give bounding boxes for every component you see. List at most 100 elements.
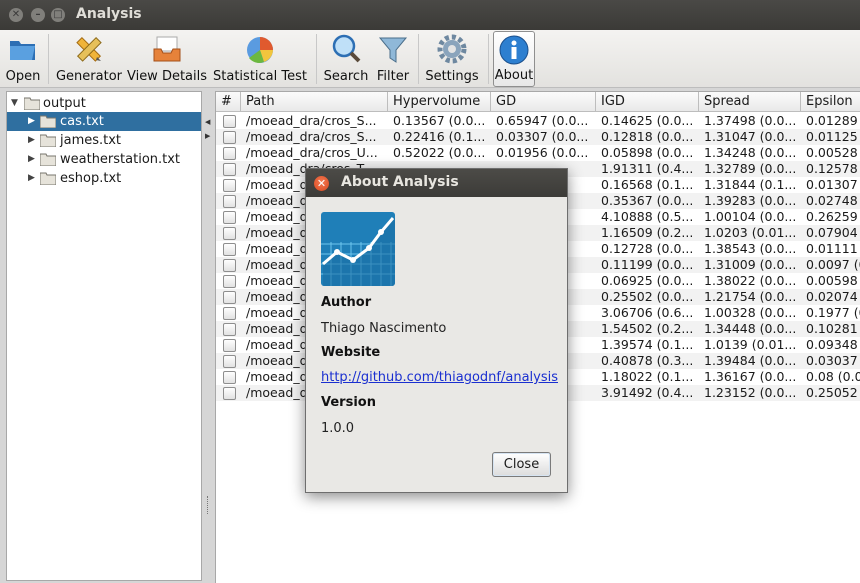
- author-label: Author: [321, 295, 372, 310]
- table-cell-gd: 0.65947 (0.0...: [496, 113, 589, 128]
- table-cell-spread: 1.21754 (0.0...: [704, 289, 797, 304]
- tree-item-eshop[interactable]: ▶ eshop.txt: [7, 169, 201, 188]
- table-cell-igd: 0.06925 (0.0...: [601, 273, 694, 288]
- row-checkbox[interactable]: [223, 387, 236, 400]
- row-checkbox[interactable]: [223, 179, 236, 192]
- table-cell-eps: 0.08 (0.0: [806, 369, 860, 384]
- table-cell-spread: 1.0139 (0.01...: [704, 337, 797, 352]
- table-cell-eps: 0.00598 (: [806, 273, 860, 288]
- row-checkbox[interactable]: [223, 211, 236, 224]
- inbox-icon: [153, 36, 181, 62]
- pie-chart-icon: [247, 37, 273, 63]
- table-row[interactable]: /moead_dra/cros_S... 0.22416 (0.1... 0.033…: [216, 129, 860, 145]
- pencil-ruler-icon: [76, 36, 102, 62]
- collapsed-arrow-icon[interactable]: ▶: [28, 169, 35, 188]
- table-cell-gd: 0.01956 (0.0...: [496, 145, 589, 160]
- toolbar: Open Generator View Details Statistical …: [0, 30, 860, 88]
- file-tree: ▼ output ▶ cas.txt ▶ james.txt ▶ weather…: [6, 91, 202, 581]
- tree-root-output[interactable]: ▼ output: [7, 94, 201, 113]
- row-checkbox[interactable]: [223, 227, 236, 240]
- version-value: 1.0.0: [321, 421, 355, 436]
- website-label: Website: [321, 345, 381, 360]
- row-checkbox[interactable]: [223, 355, 236, 368]
- row-checkbox[interactable]: [223, 291, 236, 304]
- tree-item-weatherstation[interactable]: ▶ weatherstation.txt: [7, 150, 201, 169]
- table-cell-eps: 0.25052 (: [806, 385, 860, 400]
- table-cell-hv: 0.22416 (0.1...: [393, 129, 486, 144]
- row-checkbox[interactable]: [223, 195, 236, 208]
- toolbar-separator: [48, 34, 49, 84]
- about-button[interactable]: About: [493, 31, 535, 87]
- row-checkbox[interactable]: [223, 147, 236, 160]
- column-header[interactable]: Hypervolume: [388, 92, 491, 112]
- column-header[interactable]: Path: [241, 92, 388, 112]
- expanded-arrow-icon[interactable]: ▼: [11, 94, 18, 113]
- table-cell-eps: 0.01125 (: [806, 129, 860, 144]
- split-pane-divider[interactable]: ◀ ▶: [203, 91, 213, 581]
- column-header[interactable]: #: [216, 92, 241, 112]
- tree-item-cas[interactable]: ▶ cas.txt: [7, 112, 201, 131]
- column-header[interactable]: IGD: [596, 92, 699, 112]
- website-link[interactable]: http://github.com/thiagodnf/analysis: [321, 370, 558, 385]
- table-cell-spread: 1.0203 (0.01...: [704, 225, 797, 240]
- table-cell-igd: 4.10888 (0.5...: [601, 209, 694, 224]
- row-checkbox[interactable]: [223, 307, 236, 320]
- table-cell-eps: 0.07904 (: [806, 225, 860, 240]
- folder-icon: [24, 97, 40, 110]
- table-cell-spread: 1.38022 (0.0...: [704, 273, 797, 288]
- folder-icon: [40, 134, 56, 147]
- window-minimize-icon[interactable]: –: [31, 8, 45, 22]
- table-cell-igd: 0.14625 (0.0...: [601, 113, 694, 128]
- generator-button[interactable]: Generator: [55, 31, 123, 87]
- info-icon: [499, 35, 529, 65]
- close-button[interactable]: Close: [492, 452, 551, 477]
- open-button[interactable]: Open: [2, 31, 44, 87]
- window-close-icon[interactable]: ✕: [9, 8, 23, 22]
- collapse-right-icon[interactable]: ▶: [205, 132, 210, 140]
- dialog-close-icon[interactable]: ✕: [314, 176, 329, 191]
- row-checkbox[interactable]: [223, 131, 236, 144]
- search-button[interactable]: Search: [321, 31, 371, 87]
- table-cell-igd: 1.91311 (0.4...: [601, 161, 694, 176]
- window-title: Analysis: [76, 6, 142, 22]
- collapsed-arrow-icon[interactable]: ▶: [28, 131, 35, 150]
- row-checkbox[interactable]: [223, 163, 236, 176]
- column-header[interactable]: GD: [491, 92, 596, 112]
- table-cell-igd: 1.39574 (0.1...: [601, 337, 694, 352]
- collapsed-arrow-icon[interactable]: ▶: [28, 112, 35, 131]
- table-cell-igd: 0.40878 (0.3...: [601, 353, 694, 368]
- title-bar: ✕ – □ Analysis: [0, 0, 860, 30]
- version-label: Version: [321, 395, 376, 410]
- column-header[interactable]: Spread: [699, 92, 801, 112]
- view-details-button[interactable]: View Details: [126, 31, 208, 87]
- drag-grip[interactable]: [207, 496, 209, 514]
- table-cell-spread: 1.36167 (0.0...: [704, 369, 797, 384]
- table-cell-hv: 0.13567 (0.0...: [393, 113, 486, 128]
- statistical-test-button[interactable]: Statistical Test: [211, 31, 309, 87]
- table-cell-eps: 0.26259 (: [806, 209, 860, 224]
- collapsed-arrow-icon[interactable]: ▶: [28, 150, 35, 169]
- column-header[interactable]: Epsilon: [801, 92, 860, 112]
- table-row[interactable]: /moead_dra/cros_S... 0.13567 (0.0... 0.659…: [216, 113, 860, 129]
- filter-button[interactable]: Filter: [373, 31, 413, 87]
- row-checkbox[interactable]: [223, 371, 236, 384]
- table-cell-spread: 1.31844 (0.1...: [704, 177, 797, 192]
- row-checkbox[interactable]: [223, 243, 236, 256]
- tree-item-james[interactable]: ▶ james.txt: [7, 131, 201, 150]
- row-checkbox[interactable]: [223, 275, 236, 288]
- table-cell-spread: 1.39484 (0.0...: [704, 353, 797, 368]
- table-cell-spread: 1.23152 (0.0...: [704, 385, 797, 400]
- collapse-left-icon[interactable]: ◀: [205, 118, 210, 126]
- table-row[interactable]: /moead_dra/cros_U... 0.52022 (0.0... 0.019…: [216, 145, 860, 161]
- table-cell-path: /moead_dra/cros_S...: [246, 129, 377, 144]
- table-cell-igd: 3.06706 (0.6...: [601, 305, 694, 320]
- settings-button[interactable]: Settings: [422, 31, 482, 87]
- row-checkbox[interactable]: [223, 115, 236, 128]
- table-cell-igd: 0.12728 (0.0...: [601, 241, 694, 256]
- window-maximize-icon[interactable]: □: [51, 8, 65, 22]
- row-checkbox[interactable]: [223, 339, 236, 352]
- row-checkbox[interactable]: [223, 259, 236, 272]
- table-cell-eps: 0.02074 (: [806, 289, 860, 304]
- row-checkbox[interactable]: [223, 323, 236, 336]
- table-cell-igd: 0.35367 (0.0...: [601, 193, 694, 208]
